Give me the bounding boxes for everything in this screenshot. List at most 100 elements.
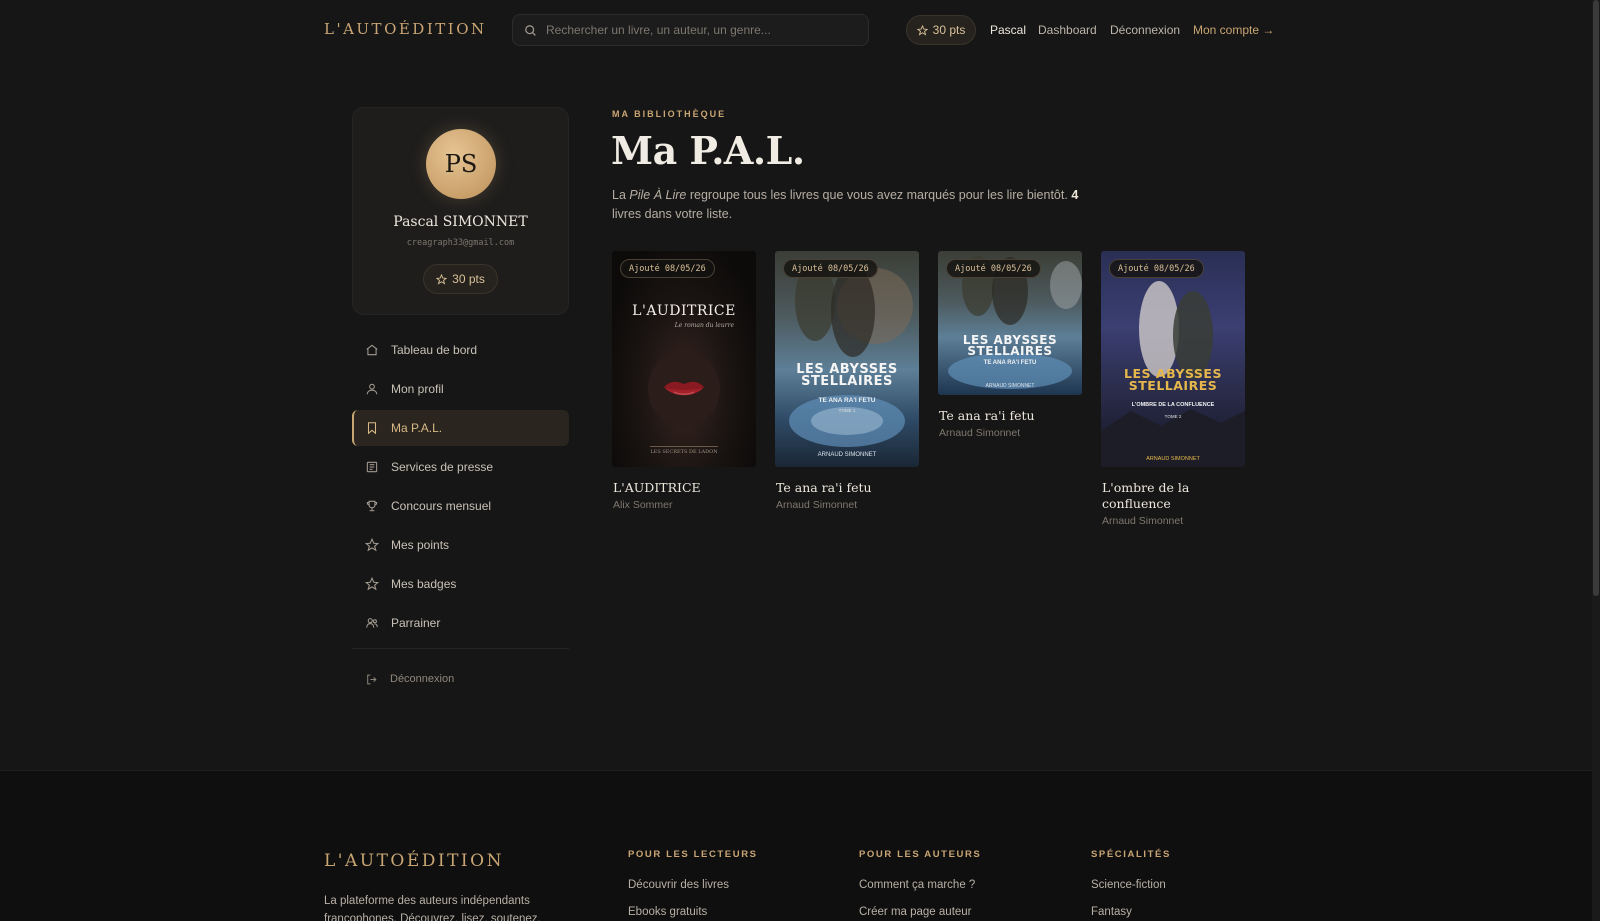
footer-link[interactable]: Créer ma page auteur (859, 906, 981, 918)
cover-subtitle: TE ANA RA'I FETU (983, 360, 1037, 366)
sidebar-item-press[interactable]: Services de presse (352, 449, 569, 485)
footer-col-readers: POUR LES LECTEURS Découvrir des livres E… (628, 849, 758, 918)
user-icon (366, 383, 378, 395)
sidebar-item-label: Concours mensuel (391, 499, 492, 513)
book-card[interactable]: LES ABYSSES STELLAIRES L'OMBRE DE LA CON… (1101, 251, 1245, 527)
sidebar-item-points[interactable]: Mes points (352, 527, 569, 563)
nav-user[interactable]: Pascal (990, 23, 1026, 37)
sidebar-item-badges[interactable]: Mes badges (352, 566, 569, 602)
book-cover[interactable]: LES ABYSSES STELLAIRES L'OMBRE DE LA CON… (1101, 251, 1245, 467)
search-bar[interactable] (512, 14, 869, 46)
profile-points-badge[interactable]: 30 pts (423, 264, 498, 294)
search-input[interactable] (546, 23, 846, 37)
profile-name: Pascal SIMONNET (393, 214, 528, 230)
sidebar-item-pal[interactable]: Ma P.A.L. (352, 410, 569, 446)
scrollbar-thumb[interactable] (1593, 0, 1599, 596)
book-cover[interactable]: L'AUDITRICE Le roman du leurre LES SECRE… (612, 251, 756, 467)
book-author[interactable]: Arnaud Simonnet (775, 499, 919, 511)
footer-link[interactable]: Découvrir des livres (628, 879, 758, 891)
top-header: L'AUTOÉDITION 30 pts Pascal Dashboard Dé… (0, 0, 1600, 60)
book-author[interactable]: Arnaud Simonnet (938, 427, 1082, 439)
intro-text: livres dans votre liste. (612, 207, 733, 221)
sidebar-item-label: Mes badges (391, 577, 457, 591)
cover-footer: LES SECRETS DE LADON (650, 449, 718, 455)
book-card[interactable]: LES ABYSSES STELLAIRES TE ANA RA'I FETU … (775, 251, 919, 511)
sidebar-item-contest[interactable]: Concours mensuel (352, 488, 569, 524)
footer-link[interactable]: Comment ça marche ? (859, 879, 981, 891)
cover-footer: ARNAUD SIMONNET (985, 383, 1035, 389)
site-logo[interactable]: L'AUTOÉDITION (324, 20, 487, 38)
sidebar-item-referral[interactable]: Parrainer (352, 605, 569, 641)
sidebar-item-label: Mon profil (391, 382, 444, 396)
footer-heading: SPÉCIALITÉS (1091, 849, 1171, 860)
book-author[interactable]: Alix Sommer (612, 499, 756, 511)
profile-points-value: 30 pts (452, 272, 485, 286)
sidebar-divider (352, 648, 569, 649)
bookmark-icon (367, 422, 377, 435)
search-icon (525, 24, 536, 36)
nav-dashboard[interactable]: Dashboard (1038, 23, 1097, 37)
added-date-badge: Ajouté 08/05/26 (946, 259, 1041, 278)
points-badge[interactable]: 30 pts (906, 15, 976, 45)
sidebar-item-dashboard[interactable]: Tableau de bord (352, 332, 569, 368)
added-date-badge: Ajouté 08/05/26 (783, 259, 878, 278)
book-title[interactable]: Te ana ra'i fetu (775, 480, 919, 496)
added-date-badge: Ajouté 08/05/26 (1109, 259, 1204, 278)
cover-subtitle: TE ANA RA'I FETU (818, 397, 876, 404)
cover-subtitle: Le roman du leurre (674, 322, 734, 329)
footer-col-authors: POUR LES AUTEURS Comment ça marche ? Cré… (859, 849, 981, 918)
book-cover[interactable]: LES ABYSSES STELLAIRES TE ANA RA'I FETU … (775, 251, 919, 467)
sidebar-item-label: Tableau de bord (391, 343, 478, 357)
book-card[interactable]: LES ABYSSES STELLAIRES TE ANA RA'I FETU … (938, 251, 1082, 439)
intro-count: 4 (1071, 188, 1079, 202)
cover-illustration (1101, 281, 1245, 467)
sidebar-menu: Tableau de bord Mon profil Ma P.A.L. Ser… (352, 332, 569, 644)
footer-link[interactable]: Ebooks gratuits (628, 906, 758, 918)
newspaper-icon (366, 461, 378, 473)
star-icon (365, 538, 379, 552)
cover-subtitle: L'OMBRE DE LA CONFLUENCE (1131, 402, 1215, 408)
cover-illustration (789, 261, 913, 447)
star-icon (916, 24, 928, 36)
footer-heading: POUR LES AUTEURS (859, 849, 982, 860)
book-title[interactable]: L'AUDITRICE (612, 480, 756, 496)
logout-icon (367, 674, 377, 684)
footer-link[interactable]: Science-fiction (1091, 879, 1171, 891)
nav-logout[interactable]: Déconnexion (1110, 23, 1180, 37)
sidebar-item-profile[interactable]: Mon profil (352, 371, 569, 407)
book-card[interactable]: L'AUDITRICE Le roman du leurre LES SECRE… (612, 251, 756, 511)
star-icon (436, 273, 448, 285)
trophy-icon (366, 500, 378, 512)
footer-col-specialties: SPÉCIALITÉS Science-fiction Fantasy (1091, 849, 1171, 918)
footer-about: La plateforme des auteurs indépendants f… (324, 895, 541, 921)
section-eyebrow: MA BIBLIOTHÈQUE (612, 109, 727, 119)
cover-footer: ARNAUD SIMONNET (817, 452, 877, 458)
cover-title: LES ABYSSES STELLAIRES (1124, 366, 1222, 393)
cover-rule (650, 446, 718, 447)
book-title[interactable]: Te ana ra'i fetu (938, 408, 1082, 424)
cover-tome: TOME 1 (838, 408, 856, 413)
page-scrollbar[interactable] (1592, 0, 1600, 921)
site-footer: L'AUTOÉDITION La plateforme des auteurs … (0, 770, 1600, 921)
cover-title: LES ABYSSES STELLAIRES (796, 362, 898, 389)
cover-title: L'AUDITRICE (632, 303, 736, 319)
footer-link[interactable]: Fantasy (1091, 906, 1171, 918)
page-title: Ma P.A.L. (611, 128, 805, 173)
nav-account[interactable]: Mon compte → (1193, 23, 1274, 37)
book-title[interactable]: L'ombre de la confluence (1101, 480, 1245, 512)
footer-logo[interactable]: L'AUTOÉDITION (324, 851, 504, 871)
users-icon (366, 618, 378, 628)
star-icon (365, 577, 379, 591)
home-icon (366, 344, 378, 356)
sidebar-logout[interactable]: Déconnexion (352, 662, 569, 696)
intro-text: regroupe tous les livres que vous avez m… (686, 188, 1072, 202)
sidebar-logout-label: Déconnexion (390, 673, 455, 685)
points-value: 30 pts (932, 23, 966, 37)
book-cover[interactable]: LES ABYSSES STELLAIRES TE ANA RA'I FETU … (938, 251, 1082, 395)
page-intro: La Pile À Lire regroupe tous les livres … (612, 186, 1082, 224)
book-author[interactable]: Arnaud Simonnet (1101, 515, 1245, 527)
intro-text: La (612, 188, 630, 202)
sidebar-item-label: Services de presse (391, 460, 494, 474)
cover-tome: TOME 2 (1164, 414, 1182, 419)
intro-emphasis: Pile À Lire (629, 188, 687, 202)
